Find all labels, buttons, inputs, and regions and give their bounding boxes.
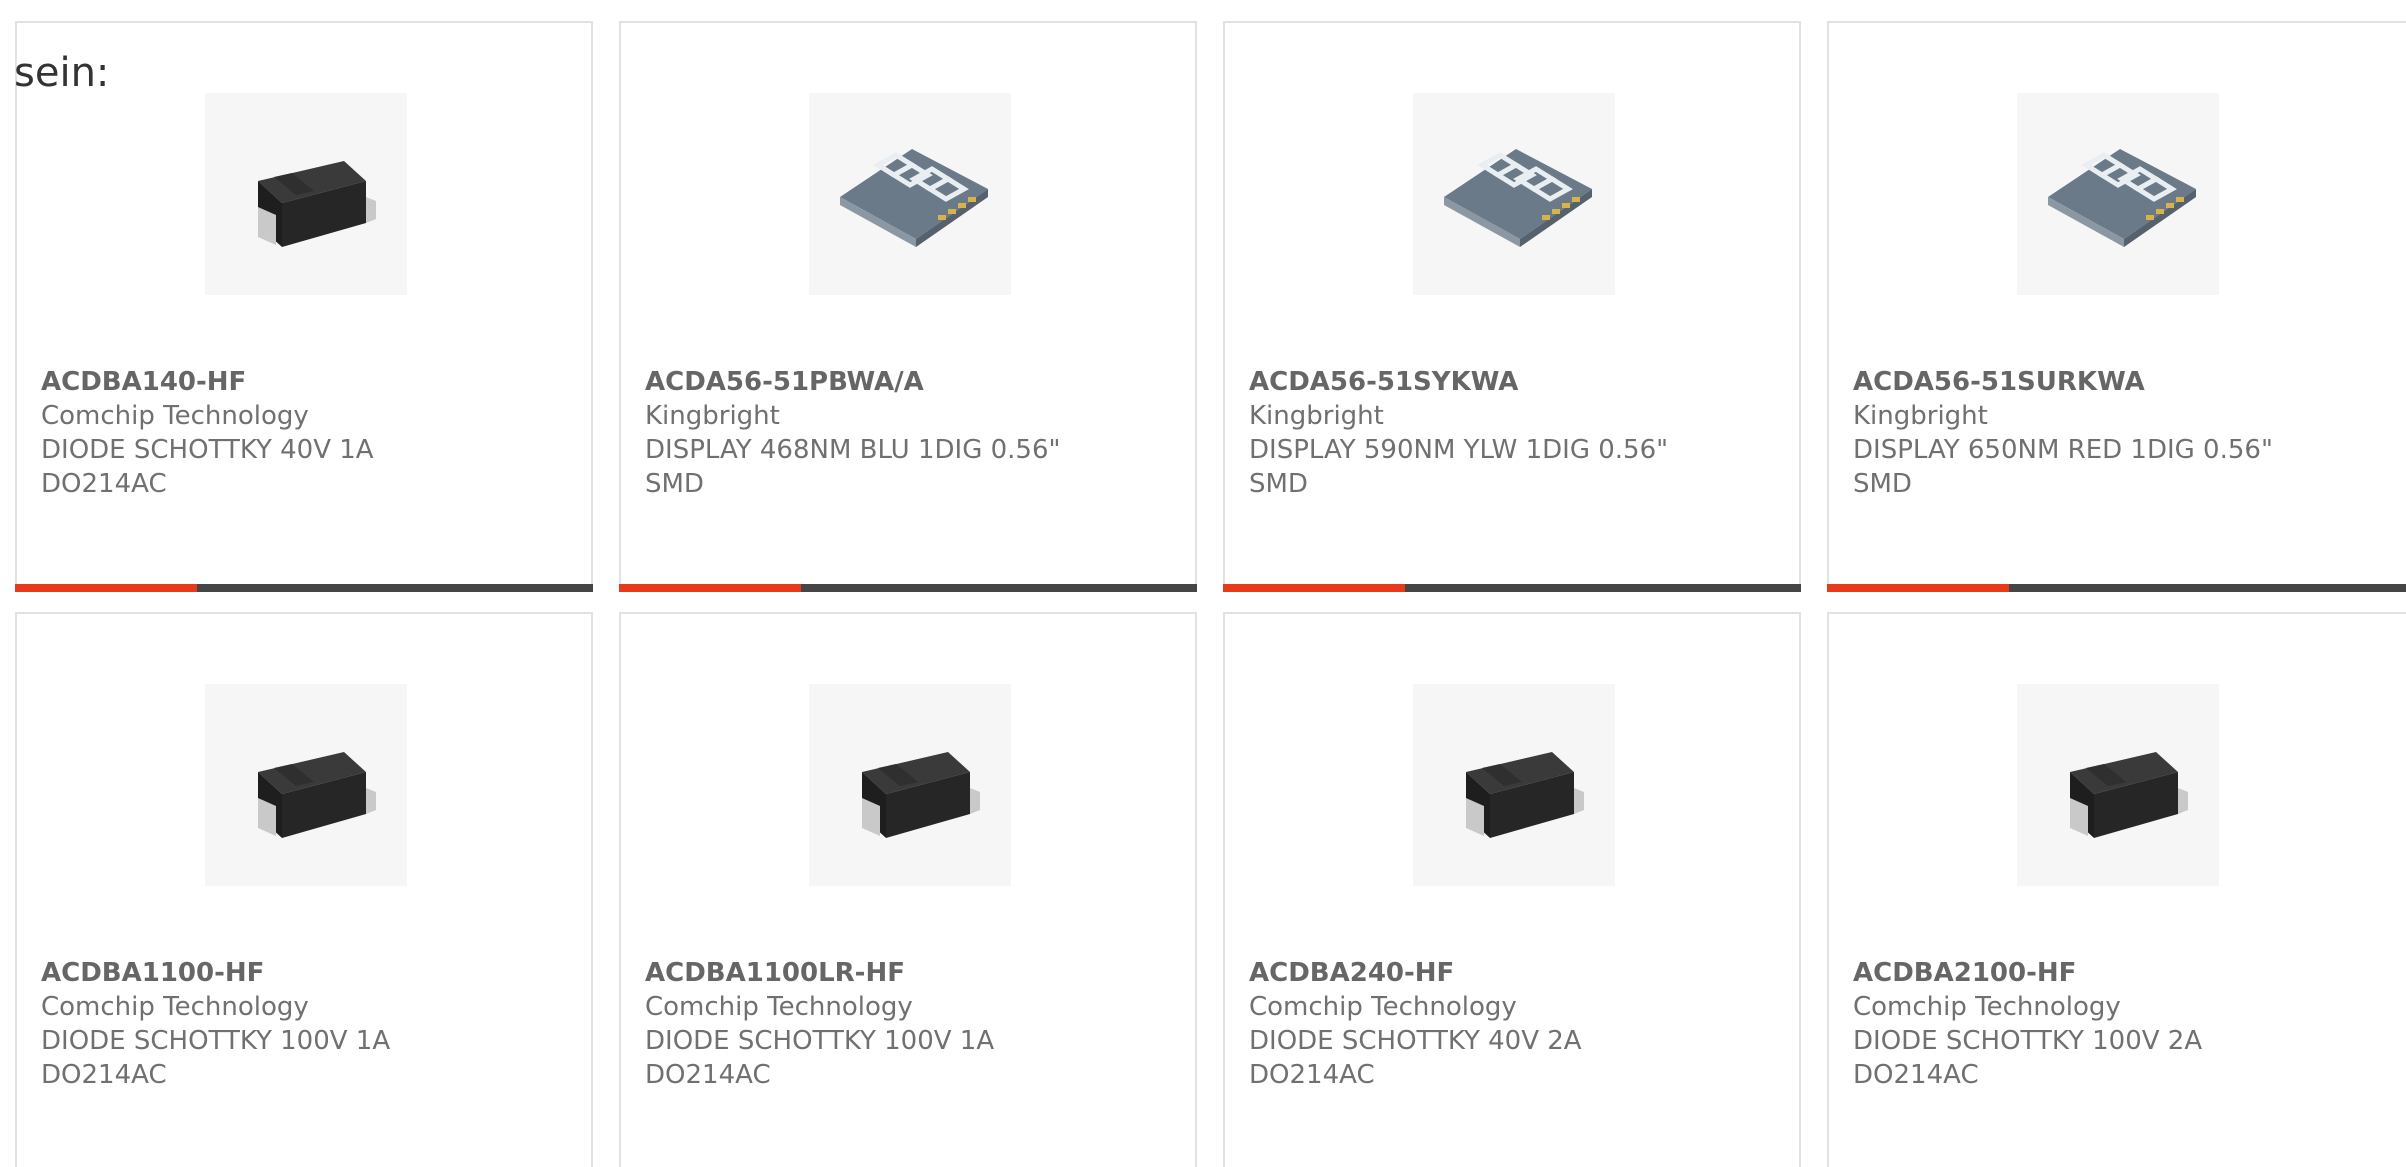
product-info: ACDBA1100LR-HF Comchip Technology DIODE … <box>645 956 994 1092</box>
card-bottom-bar <box>619 584 1197 592</box>
seven-segment-display-icon[interactable] <box>1413 93 1615 295</box>
description: DISPLAY 468NM BLU 1DIG 0.56" SMD <box>645 435 1061 499</box>
intro-text: sein: <box>14 50 110 96</box>
product-grid-page: sein: ACDBA140-HF Comchip Technology DIO… <box>0 0 2406 1167</box>
description: DIODE SCHOTTKY 100V 2A DO214AC <box>1853 1026 2203 1090</box>
diode-smd-icon[interactable] <box>1413 684 1615 886</box>
part-number-link[interactable]: ACDBA1100LR-HF <box>645 956 994 990</box>
product-info: ACDBA240-HF Comchip Technology DIODE SCH… <box>1249 956 1582 1092</box>
part-number-link[interactable]: ACDBA1100-HF <box>41 956 390 990</box>
product-info: ACDBA2100-HF Comchip Technology DIODE SC… <box>1853 956 2202 1092</box>
manufacturer: Comchip Technology <box>41 992 309 1022</box>
description: DIODE SCHOTTKY 100V 1A DO214AC <box>41 1026 391 1090</box>
description: DIODE SCHOTTKY 40V 1A DO214AC <box>41 435 374 499</box>
product-info: ACDBA1100-HF Comchip Technology DIODE SC… <box>41 956 390 1092</box>
manufacturer: Comchip Technology <box>1853 992 2121 1022</box>
manufacturer: Comchip Technology <box>41 401 309 431</box>
manufacturer: Kingbright <box>1853 401 1988 431</box>
part-number-link[interactable]: ACDBA140-HF <box>41 365 374 399</box>
product-info: ACDA56-51PBWA/A Kingbright DISPLAY 468NM… <box>645 365 1060 501</box>
description: DISPLAY 650NM RED 1DIG 0.56" SMD <box>1853 435 2273 499</box>
card-accent-bar <box>1827 584 2009 592</box>
part-number-link[interactable]: ACDA56-51PBWA/A <box>645 365 1060 399</box>
product-card[interactable]: ACDA56-51PBWA/A Kingbright DISPLAY 468NM… <box>619 21 1197 592</box>
card-accent-bar <box>1223 584 1405 592</box>
product-card[interactable]: ACDBA140-HF Comchip Technology DIODE SCH… <box>15 21 593 592</box>
part-number-link[interactable]: ACDA56-51SURKWA <box>1853 365 2273 399</box>
card-bottom-bar <box>15 584 593 592</box>
manufacturer: Comchip Technology <box>645 992 913 1022</box>
product-card[interactable]: ACDBA1100LR-HF Comchip Technology DIODE … <box>619 612 1197 1167</box>
manufacturer: Kingbright <box>645 401 780 431</box>
product-card[interactable]: ACDBA2100-HF Comchip Technology DIODE SC… <box>1827 612 2406 1167</box>
manufacturer: Kingbright <box>1249 401 1384 431</box>
product-card[interactable]: ACDBA240-HF Comchip Technology DIODE SCH… <box>1223 612 1801 1167</box>
part-number-link[interactable]: ACDA56-51SYKWA <box>1249 365 1668 399</box>
card-accent-bar <box>619 584 801 592</box>
manufacturer: Comchip Technology <box>1249 992 1517 1022</box>
product-card[interactable]: ACDA56-51SYKWA Kingbright DISPLAY 590NM … <box>1223 21 1801 592</box>
product-card[interactable]: ACDA56-51SURKWA Kingbright DISPLAY 650NM… <box>1827 21 2406 592</box>
card-bottom-bar <box>1223 584 1801 592</box>
seven-segment-display-icon[interactable] <box>809 93 1011 295</box>
diode-smd-icon[interactable] <box>205 93 407 295</box>
product-info: ACDBA140-HF Comchip Technology DIODE SCH… <box>41 365 374 501</box>
product-card[interactable]: ACDBA1100-HF Comchip Technology DIODE SC… <box>15 612 593 1167</box>
part-number-link[interactable]: ACDBA2100-HF <box>1853 956 2202 990</box>
diode-smd-icon[interactable] <box>2017 684 2219 886</box>
description: DIODE SCHOTTKY 40V 2A DO214AC <box>1249 1026 1582 1090</box>
part-number-link[interactable]: ACDBA240-HF <box>1249 956 1582 990</box>
diode-smd-icon[interactable] <box>809 684 1011 886</box>
product-info: ACDA56-51SURKWA Kingbright DISPLAY 650NM… <box>1853 365 2273 501</box>
description: DIODE SCHOTTKY 100V 1A DO214AC <box>645 1026 995 1090</box>
description: DISPLAY 590NM YLW 1DIG 0.56" SMD <box>1249 435 1669 499</box>
card-bottom-bar <box>1827 584 2406 592</box>
card-accent-bar <box>15 584 197 592</box>
seven-segment-display-icon[interactable] <box>2017 93 2219 295</box>
product-info: ACDA56-51SYKWA Kingbright DISPLAY 590NM … <box>1249 365 1668 501</box>
diode-smd-icon[interactable] <box>205 684 407 886</box>
